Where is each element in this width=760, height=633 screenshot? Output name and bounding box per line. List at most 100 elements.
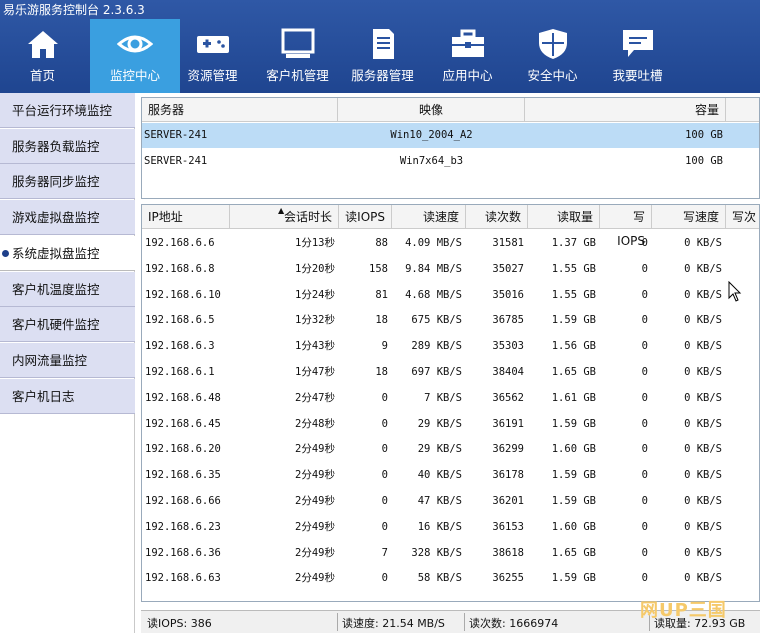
server-image: Win10_2004_A2 [390,129,473,141]
col-read-iops-cell: 88 [375,237,388,249]
table-row[interactable]: 192.168.6.10 1分24秒 81 4.68 MB/S 35016 1.55 GB… [142,282,759,308]
sidebar-item[interactable]: 游戏虚拟盘监控 [0,200,135,236]
col-read-speed-cell: 9.84 MB/S [405,262,462,275]
nav-gamepad[interactable]: 资源管理 [170,19,255,93]
col-header-server[interactable]: 服务器 [142,98,338,122]
col-read-count-cell: 38618 [492,546,524,559]
table-row[interactable]: 192.168.6.36 2分49秒 7 328 KB/S 38618 1.65 GB 0 0… [142,540,759,566]
nav-home[interactable]: 首页 [0,19,85,93]
sidebar-item[interactable]: 服务器同步监控 [0,164,135,200]
nav-toolbox[interactable]: 应用中心 [425,19,510,93]
col-ip-cell: 192.168.6.63 [145,572,221,585]
col-write-speed-cell: 0 KB/S [684,391,722,404]
col-read-count-cell: 36201 [492,495,524,507]
sidebar-item[interactable]: 客户机日志 [0,378,135,414]
nav-eye[interactable]: 监控中心 [90,19,180,93]
col-write-iops-cell: 0 [641,340,648,353]
table-row[interactable]: 192.168.6.20 2分49秒 0 29 KB/S 36299 1.60 GB 0 0 … [142,436,759,462]
nav-monitor[interactable]: 客户机管理 [255,19,340,93]
app-title: 易乐游服务控制台 2.3.6.3 [3,3,145,17]
col-session-cell: 2分49秒 [295,546,335,559]
sidebar-item[interactable]: 客户机硬件监控 [0,307,135,343]
table-row[interactable]: 192.168.6.35 2分49秒 0 40 KB/S 36178 1.59 GB 0 0 … [142,462,759,488]
table-row[interactable]: 192.168.6.1 1分47秒 18 697 KB/S 38404 1.65 GB 0 0… [142,359,759,385]
col-ip-cell: 192.168.6.5 [145,314,215,327]
col-write-count-header[interactable]: 写次 [726,205,759,229]
header-label: IP地址 [148,210,183,224]
col-read-speed-header[interactable]: 读速度 [392,205,466,229]
col-write-speed-cell: 0 KB/S [684,262,722,275]
shield-icon [535,28,571,60]
nav-label: 应用中心 [442,68,493,83]
nav-shield[interactable]: 安全中心 [510,19,595,93]
col-write-speed-cell: 0 KB/S [684,443,722,456]
header-label: 写次 [732,210,757,224]
table-row[interactable]: 192.168.6.5 1分32秒 18 675 KB/S 36785 1.59 GB 0 0… [142,307,759,333]
col-session-cell: 1分43秒 [295,340,335,353]
col-write-iops-cell: 0 [641,417,648,430]
col-read-total-header[interactable]: 读取量 [528,205,600,229]
col-session-header[interactable]: ▲ 会话时长 [230,205,339,229]
col-read-total-cell: 1.60 GB [551,443,596,456]
sidebar-item[interactable]: 服务器负载监控 [0,128,135,164]
col-read-count-header[interactable]: 读次数 [466,205,528,229]
table-row[interactable]: 192.168.6.3 1分43秒 9 289 KB/S 35303 1.56 GB 0 0 … [142,333,759,359]
col-read-speed-cell: 7 KB/S [424,391,462,404]
col-read-count-cell: 36299 [492,443,524,456]
top-toolbar: 易乐游服务控制台 2.3.6.3 首页 监控中心 资源管理 客户机管理 服务器管理 应用中… [0,0,760,93]
col-write-speed-cell: 0 KB/S [684,469,722,482]
col-read-iops-cell: 158 [369,262,388,275]
table-row[interactable]: 192.168.6.6 1分13秒 88 4.09 MB/S 31581 1.37 GB 0… [142,230,759,256]
col-ip-cell: 192.168.6.20 [145,443,221,456]
col-read-total-cell: 1.61 GB [551,391,596,404]
col-write-iops-cell: 0 [641,495,648,507]
sidebar-item[interactable]: 客户机温度监控 [0,271,135,307]
col-session-cell: 1分47秒 [295,366,335,378]
eye-icon [116,28,154,60]
server-capacity: 100 GB [685,129,723,141]
header-label: 读取量 [556,210,593,224]
sidebar-item[interactable]: 系统虚拟盘监控 [0,235,135,271]
col-header-capacity[interactable]: 容量 [525,98,726,122]
table-row[interactable]: 192.168.6.23 2分49秒 0 16 KB/S 36153 1.60 GB 0 0 … [142,514,759,540]
table-row[interactable]: 192.168.6.8 1分20秒 158 9.84 MB/S 35027 1.55 GB… [142,256,759,282]
status-read-iops: 读IOPS: 386 [147,617,212,630]
col-session-cell: 2分49秒 [295,469,335,482]
col-write-speed-header[interactable]: 写速度 [652,205,726,229]
col-write-iops-cell: 0 [641,546,648,559]
status-read-count: 读次数: 1666974 [469,617,559,630]
server-row[interactable]: SERVER-241 Win7x64_b3 100 GB [142,149,759,174]
watermark-logo: 网UP三国 [640,600,727,621]
header-label: 写速度 [682,210,719,224]
nav-label: 服务器管理 [351,68,414,83]
col-read-count-cell: 36178 [492,469,524,482]
table-row[interactable]: 192.168.6.63 2分49秒 0 58 KB/S 36255 1.59 GB 0 0 … [142,565,759,591]
col-write-iops-cell: 0 [641,314,648,327]
server-icon [365,28,401,60]
sidebar-item[interactable]: 内网流量监控 [0,342,135,378]
sidebar-item-label: 客户机温度监控 [12,281,100,297]
table-row[interactable]: 192.168.6.48 2分47秒 0 7 KB/S 36562 1.61 GB 0 0 K… [142,385,759,411]
nav-server[interactable]: 服务器管理 [340,19,425,93]
col-header-image[interactable]: 映像 [338,98,525,122]
table-row[interactable]: 192.168.6.66 2分49秒 0 47 KB/S 36201 1.59 GB 0 0 … [142,488,759,514]
col-write-iops-cell: 0 [641,443,648,456]
table-row[interactable]: 192.168.6.45 2分48秒 0 29 KB/S 36191 1.59 GB 0 0 … [142,411,759,437]
col-ip-cell: 192.168.6.8 [145,262,215,275]
nav-label: 资源管理 [187,68,238,83]
nav-label: 我要吐槽 [612,68,663,83]
col-ip-cell: 192.168.6.48 [145,391,221,404]
col-read-count-cell: 35016 [492,288,524,301]
sidebar-item[interactable]: 平台运行环境监控 [0,93,135,128]
chat-icon [620,28,656,60]
col-read-iops-header[interactable]: 读IOPS [339,205,392,229]
server-row[interactable]: SERVER-241 Win10_2004_A2 100 GB [142,123,759,148]
col-write-iops-cell: 0 [641,262,648,275]
col-ip-header[interactable]: IP地址 [142,205,230,229]
col-read-iops-cell: 7 [381,546,388,559]
col-read-count-cell: 38404 [492,366,524,378]
nav-chat[interactable]: 我要吐槽 [595,19,680,93]
server-name: SERVER-241 [144,155,208,167]
col-read-iops-cell: 0 [381,495,388,507]
col-write-iops-header[interactable]: 写IOPS [600,205,652,248]
